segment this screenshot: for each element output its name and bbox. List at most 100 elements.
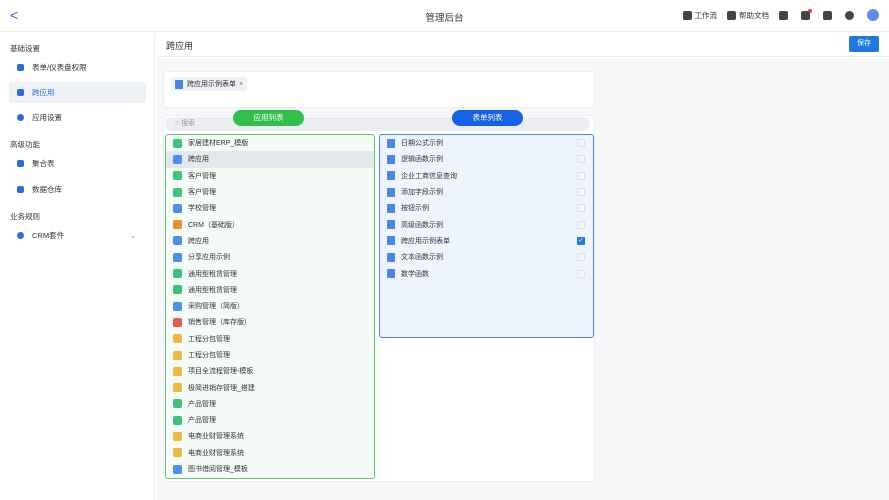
app-list-item[interactable]: 产品管理 — [166, 396, 374, 412]
group-basic: 基础设置 — [10, 44, 40, 53]
form-list-item[interactable]: 按钮示例 — [380, 200, 593, 216]
app-list-item[interactable]: 分享应用示例 — [166, 249, 374, 265]
app-list-item[interactable]: 家居建材ERP_模版 — [166, 135, 374, 151]
form-name: 逻辑函数示例 — [401, 156, 443, 164]
workflow-button[interactable]: 工作流 — [682, 10, 718, 21]
app-list-item[interactable]: 产品管理 — [166, 412, 374, 428]
cross-app-icon — [17, 89, 24, 96]
form-name: 添加字段示例 — [401, 189, 443, 197]
app-name: 通用型租赁管理 — [188, 286, 237, 294]
app-list-item[interactable]: 通用型租赁管理 — [166, 282, 374, 298]
app-list-item[interactable]: 跨应用 — [166, 151, 374, 168]
app-icon — [173, 236, 182, 246]
form-list-item[interactable]: 数学函数 — [380, 265, 593, 281]
sidebar: 基础设置 表单/仪表盘权限 跨应用 应用设置 高级功能 聚合表 数据仓库 业务规… — [0, 33, 155, 500]
message-icon[interactable] — [801, 8, 812, 20]
app-name: 电商业财管理系统 — [188, 449, 244, 457]
form-icon — [387, 187, 395, 197]
app-name: 项目全流程管理-模板 — [188, 368, 254, 376]
help-docs-button[interactable]: 帮助文档 — [727, 10, 769, 21]
app-icon — [173, 171, 182, 181]
help-docs-label: 帮助文档 — [739, 10, 769, 20]
tag-label: 跨应用示例表单 — [187, 81, 236, 88]
form-checkbox[interactable] — [577, 139, 585, 148]
close-icon[interactable]: × — [239, 81, 243, 88]
app-icon — [173, 334, 182, 344]
group-business-rules: 业务规则 — [10, 212, 40, 221]
app-icon — [173, 448, 182, 458]
app-list-item[interactable]: 电商业财管理系统 — [166, 445, 374, 461]
form-checkbox[interactable] — [577, 269, 585, 278]
workflow-label: 工作流 — [694, 10, 718, 20]
app-icon — [173, 317, 182, 327]
form-list-item[interactable]: 逻辑函数示例 — [380, 151, 593, 167]
form-list-item[interactable]: 高级函数示例 — [380, 216, 593, 232]
form-checkbox[interactable]: ✓ — [577, 236, 585, 245]
selected-forms-card: 跨应用示例表单 × — [163, 71, 595, 108]
app-list-item[interactable]: 电商业财管理系统 — [166, 428, 374, 444]
app-list-item[interactable]: 图书借阅管理_模板 — [166, 461, 374, 477]
form-icon — [387, 220, 395, 230]
app-list[interactable]: 家居建材ERP_模版 跨应用 客户管理 客户管理 学校管理 CRM（基础版） 跨应用 分享应用… — [165, 134, 375, 479]
app-list-item[interactable]: 销售管理（库存版） — [166, 314, 374, 330]
save-button[interactable]: 保存 — [849, 36, 879, 52]
content-title: 跨应用 — [166, 41, 194, 51]
app-list-item[interactable]: 工程分包管理 — [166, 347, 374, 363]
sidebar-item-label: CRM套件 — [32, 231, 65, 240]
sidebar-item-label: 应用设置 — [32, 113, 62, 122]
cloud-icon — [17, 64, 24, 71]
app-list-item[interactable]: 跨应用 — [166, 233, 374, 249]
app-icon — [173, 252, 182, 262]
gear-icon — [17, 114, 24, 121]
app-name: 分享应用示例 — [188, 254, 230, 262]
app-name: 图书借阅管理_模板 — [188, 466, 248, 474]
form-checkbox[interactable] — [577, 253, 585, 262]
app-list-item[interactable]: 通用型租赁管理 — [166, 265, 374, 281]
form-icon — [175, 79, 183, 89]
form-name: 按钮示例 — [401, 205, 429, 213]
search-input[interactable]: ○ 搜索 — [165, 117, 590, 131]
app-list-item[interactable]: 客户管理 — [166, 168, 374, 184]
form-checkbox[interactable] — [577, 188, 585, 197]
form-list-label: 表单列表 — [452, 110, 523, 126]
app-list-item[interactable]: 学校管理 — [166, 200, 374, 216]
form-list-item[interactable]: 跨应用示例表单 ✓ — [380, 233, 593, 249]
form-icon — [387, 252, 395, 262]
app-name: 学校管理 — [188, 205, 216, 213]
app-name: 家居建材ERP_模版 — [188, 140, 249, 148]
sidebar-item-app-settings[interactable]: 应用设置 — [9, 107, 146, 128]
sidebar-item-data-warehouse[interactable]: 数据仓库 — [9, 179, 146, 200]
form-checkbox[interactable] — [577, 204, 585, 213]
app-list-item[interactable]: 极简进销存管理_搭建 — [166, 379, 374, 395]
language-icon[interactable] — [823, 10, 832, 20]
app-name: 通用型租赁管理 — [188, 270, 237, 278]
sidebar-item-crm-suite[interactable]: CRM套件 ⌄ — [9, 225, 146, 246]
form-list[interactable]: 日期公式示例逻辑函数示例企业工商信息查询添加字段示例 按钮示例高级函数示例 跨应用示… — [379, 134, 594, 338]
sidebar-item-cross-app[interactable]: 跨应用 — [9, 82, 146, 103]
app-icon — [173, 154, 182, 164]
form-list-item[interactable]: 日期公式示例 — [380, 135, 593, 151]
app-list-item[interactable]: 客户管理 — [166, 184, 374, 200]
app-list-item[interactable]: 项目全流程管理-模板 — [166, 363, 374, 379]
form-list-item[interactable]: 文本函数示例 — [380, 249, 593, 265]
form-checkbox[interactable] — [577, 171, 585, 180]
sidebar-item-form-permissions[interactable]: 表单/仪表盘权限 — [9, 57, 146, 78]
app-list-item[interactable]: 工程分包管理 — [166, 331, 374, 347]
help-icon[interactable] — [845, 10, 854, 20]
table-icon — [17, 160, 24, 167]
app-list-item[interactable]: 采购管理（简版） — [166, 298, 374, 314]
form-list-item[interactable]: 企业工商信息查询 — [380, 168, 593, 184]
app-name: 跨应用 — [188, 237, 209, 245]
avatar[interactable] — [867, 9, 879, 21]
form-checkbox[interactable] — [577, 155, 585, 164]
form-checkbox[interactable] — [577, 220, 585, 229]
content-header: 跨应用 保存 — [157, 33, 889, 57]
sidebar-item-aggregate-table[interactable]: 聚合表 — [9, 153, 146, 174]
app-icon — [173, 350, 182, 360]
app-list-item[interactable]: CRM（基础版） — [166, 216, 374, 232]
app-icon — [173, 285, 182, 295]
contacts-icon[interactable] — [779, 10, 788, 20]
app-name: 跨应用 — [188, 156, 209, 164]
sidebar-item-label: 数据仓库 — [32, 185, 62, 194]
form-list-item[interactable]: 添加字段示例 — [380, 184, 593, 200]
